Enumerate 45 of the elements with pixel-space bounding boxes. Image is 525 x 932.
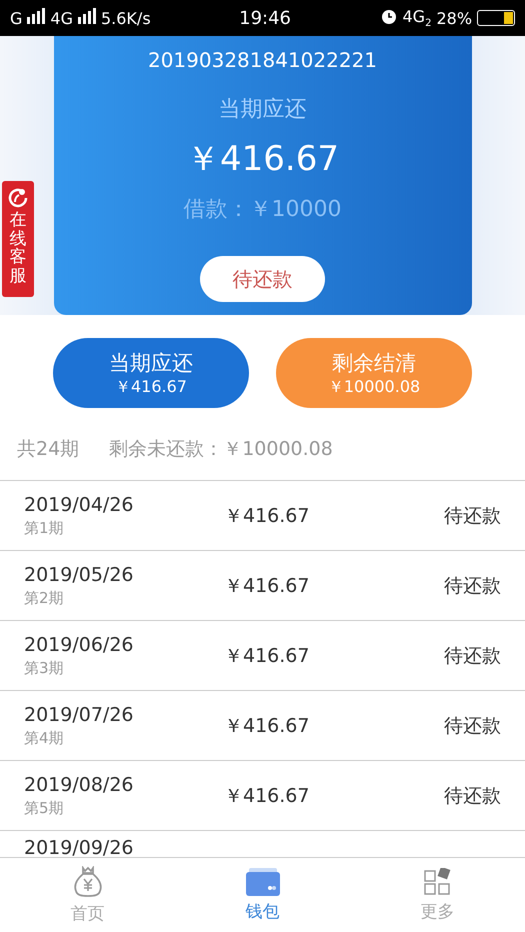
period-count: 共24期 [17, 437, 80, 462]
installment-amount: ￥416.67 [224, 784, 310, 808]
battery-icon [477, 10, 516, 26]
carrier-text: G [10, 8, 22, 28]
remaining-balance: 剩余未还款：￥10000.08 [109, 437, 333, 462]
payment-status: 待还款 [444, 504, 501, 528]
due-amount: ￥416.67 [186, 138, 339, 181]
installment-amount: ￥416.67 [224, 574, 310, 598]
network-text: 4G$_{2}$ [402, 6, 432, 30]
payment-status: 待还款 [444, 574, 501, 598]
status-button[interactable]: 待还款 [200, 256, 325, 302]
clock-time: 19:46 [239, 8, 292, 28]
tab-item[interactable]: 钱包 [175, 858, 350, 932]
period-label: 第2期 [24, 588, 65, 608]
service-tab[interactable]: 在线客服 [2, 181, 34, 297]
tab-item[interactable]: 更多 [350, 858, 525, 932]
due-label: 当期应还 [218, 96, 306, 124]
carrier-text: 4G [50, 8, 73, 28]
installment-amount: ￥416.67 [224, 644, 310, 668]
battery-percent: 28% [436, 8, 472, 28]
grid-icon [424, 868, 452, 896]
repay-button[interactable]: 当期应还 ￥416.67 [53, 338, 249, 408]
period-label: 第3期 [24, 658, 65, 678]
due-date: 2019/09/26 [24, 837, 135, 857]
period-label: 第5期 [24, 798, 65, 818]
loan-number: 201903281841022221 [148, 48, 378, 72]
installment-amount: ￥416.67 [224, 504, 310, 528]
installment-amount: ￥416.67 [224, 714, 310, 738]
due-date: 2019/07/26 [24, 704, 135, 726]
payment-status: 待还款 [444, 644, 501, 668]
payment-status: 待还款 [444, 714, 501, 738]
wallet-icon [246, 868, 280, 896]
tab-item[interactable]: 首页 [0, 858, 175, 932]
payment-status: 待还款 [444, 784, 501, 808]
due-date: 2019/06/26 [24, 634, 135, 656]
due-date: 2019/04/26 [24, 494, 135, 516]
due-date: 2019/05/26 [24, 564, 135, 586]
due-date: 2019/08/26 [24, 774, 135, 796]
speed-text: 5.6K/s [100, 8, 151, 28]
repay-button[interactable]: 剩余结清 ￥10000.08 [276, 338, 472, 408]
money-bag-icon [72, 866, 102, 898]
period-label: 第1期 [24, 518, 65, 538]
period-label: 第4期 [24, 728, 65, 748]
loan-principal: 借款：￥10000 [184, 196, 342, 224]
headset-icon [7, 187, 29, 209]
